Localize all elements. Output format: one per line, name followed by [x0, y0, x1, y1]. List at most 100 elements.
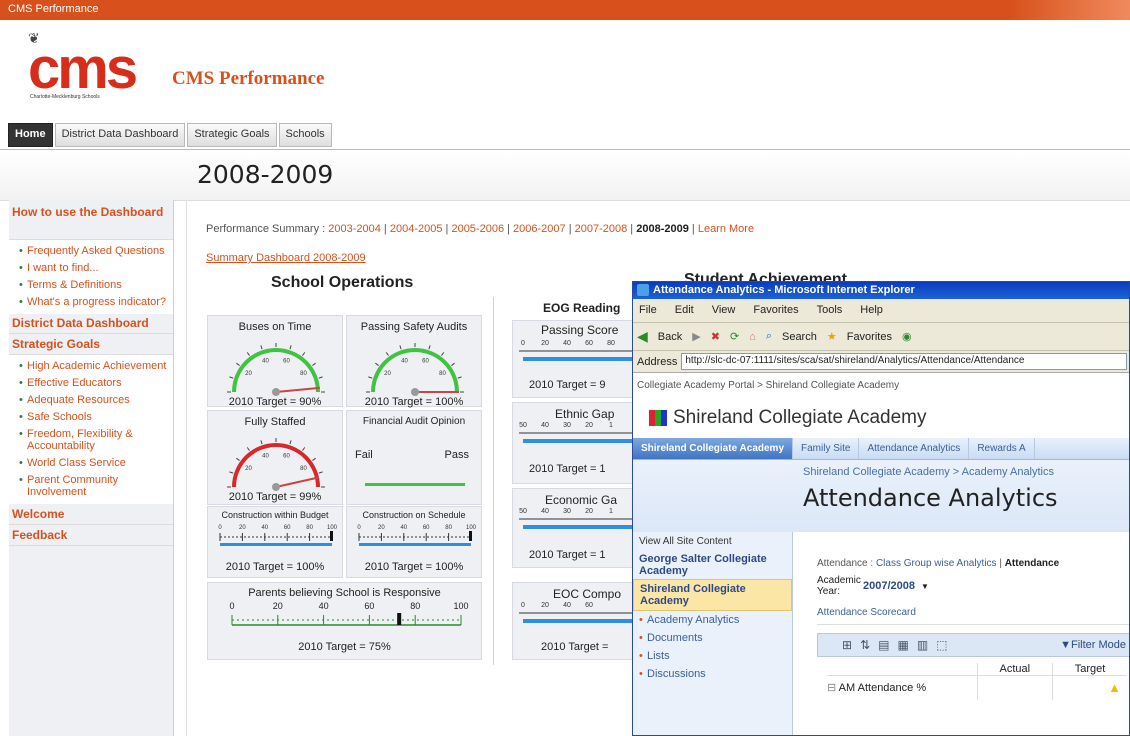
home-icon[interactable]: ⌂	[749, 331, 756, 343]
quick-discussions[interactable]: Discussions	[633, 665, 792, 683]
cms-logo[interactable]: ❦ cms Charlotte-Mecklenburg Schools	[28, 30, 153, 108]
gauge-tick-label: 40	[262, 359, 269, 365]
address-field[interactable]: http://slc-dc-07:1111/sites/sca/sat/shir…	[681, 353, 1127, 370]
tab-district-data-dashboard[interactable]: District Data Dashboard	[54, 123, 186, 147]
tab-home[interactable]: Home	[8, 123, 53, 147]
quick-shireland[interactable]: Shireland Collegiate Academy	[633, 579, 792, 611]
table-row[interactable]: ⊟ AM Attendance % ▲	[827, 675, 1127, 700]
gauge-tick	[229, 471, 234, 474]
academic-year-value[interactable]: 2007/2008	[863, 580, 915, 592]
grid-icon[interactable]: ▦	[897, 638, 908, 652]
sp-tab-shireland[interactable]: Shireland Collegiate Academy	[633, 438, 794, 459]
filter-mode-button[interactable]: ▼Filter Mode	[1060, 639, 1126, 651]
nav-welcome[interactable]: Welcome	[9, 504, 173, 525]
gauge-tick-label: 60	[283, 359, 290, 365]
quick-documents[interactable]: Documents	[633, 629, 792, 647]
scale-tick-label: 20	[239, 525, 246, 531]
tab-strategic-goals[interactable]: Strategic Goals	[187, 123, 277, 147]
export-icon[interactable]: ⬚	[936, 638, 947, 652]
parents-tick-label: 40	[319, 601, 329, 611]
refresh-icon[interactable]: ⟳	[730, 330, 739, 343]
gauge-tick	[312, 362, 316, 366]
year-link-2005[interactable]: 2005-2006	[451, 223, 504, 235]
year-current: 2008-2009	[636, 223, 689, 235]
year-link-2004[interactable]: 2004-2005	[390, 223, 443, 235]
back-arrow-icon[interactable]: ◀	[637, 328, 648, 345]
parents-marker	[397, 613, 402, 625]
sp-tab-family[interactable]: Family Site	[793, 438, 860, 459]
partial-tick-label: 60	[585, 602, 593, 609]
gauge-tick	[318, 471, 323, 474]
eog-reading-panel: EOG Reading Passing Score 0 20 40 60 80 2010…	[512, 301, 638, 398]
menu-tools[interactable]: Tools	[817, 304, 843, 317]
nav-i-want-to-find[interactable]: I want to find...	[15, 260, 173, 277]
back-button[interactable]: Back	[658, 331, 682, 343]
gauge-tick	[312, 457, 316, 461]
quick-lists[interactable]: Lists	[633, 647, 792, 665]
nav-how-to[interactable]: How to use the Dashboard	[9, 200, 173, 240]
sp-tab-rewards[interactable]: Rewards A	[969, 438, 1035, 459]
media-icon[interactable]: ◉	[902, 330, 912, 343]
nav-world-class[interactable]: World Class Service	[15, 455, 173, 472]
scale-tick-label: 40	[400, 525, 407, 531]
menu-edit[interactable]: Edit	[675, 304, 694, 317]
year-link-2007[interactable]: 2007-2008	[575, 223, 628, 235]
stop-icon[interactable]: ✖	[711, 330, 720, 343]
nav-high-academic[interactable]: High Academic Achievement	[15, 358, 173, 375]
scale-tick-label: 20	[378, 525, 385, 531]
nav-parent-community[interactable]: Parent Community Involvement	[15, 472, 173, 501]
menu-file[interactable]: File	[639, 304, 657, 317]
sp-breadcrumb[interactable]: Collegiate Academy Portal > Shireland Co…	[637, 380, 899, 391]
partial-tick-label: 20	[541, 602, 549, 609]
year-link-2006[interactable]: 2006-2007	[513, 223, 566, 235]
partial-tick-label: 30	[563, 508, 571, 515]
favorites-button[interactable]: Favorites	[847, 331, 892, 343]
nav-feedback[interactable]: Feedback	[9, 525, 173, 546]
sp-tab-attendance[interactable]: Attendance Analytics	[859, 438, 970, 459]
gauge-tick-label: 20	[384, 371, 391, 377]
columns-icon[interactable]: ▤	[878, 638, 889, 652]
nav-freedom[interactable]: Freedom, Flexibility & Accountability	[15, 426, 173, 455]
eog-reading-title: EOG Reading	[543, 301, 621, 315]
year-link-2003[interactable]: 2003-2004	[328, 223, 381, 235]
view-all-link[interactable]: View All Site Content	[633, 532, 792, 551]
quick-academy-analytics[interactable]: Academy Analytics	[633, 611, 792, 629]
learn-more-link[interactable]: Learn More	[698, 223, 754, 235]
nav-terms[interactable]: Terms & Definitions	[15, 277, 173, 294]
dropdown-arrow-icon[interactable]: ▼	[921, 582, 929, 591]
nav-faq[interactable]: Frequently Asked Questions	[15, 243, 173, 260]
menu-view[interactable]: View	[712, 304, 736, 317]
nav-effective-educators[interactable]: Effective Educators	[15, 375, 173, 392]
nav-progress-indicator[interactable]: What's a progress indicator?	[15, 294, 173, 311]
nav-safe-schools[interactable]: Safe Schools	[15, 409, 173, 426]
gauge-tick	[385, 352, 389, 356]
partial-tick-label: 80	[607, 340, 615, 347]
menu-favorites[interactable]: Favorites	[753, 304, 798, 317]
gauge-tick	[375, 362, 379, 366]
summary-dashboard-link[interactable]: Summary Dashboard 2008-2009	[206, 252, 366, 264]
search-icon[interactable]: ⌕	[766, 330, 772, 343]
audit-indicator	[365, 483, 465, 486]
search-button[interactable]: Search	[782, 331, 817, 343]
gauge-tick	[451, 362, 455, 366]
expand-row-icon[interactable]: ⊟	[827, 682, 836, 694]
gauge-panel-buses: Buses on Time 20 40 60 80 2010 Target = 90%	[207, 315, 343, 408]
gauge-target: 2010 Target = 100%	[364, 396, 464, 408]
site-title: CMS Performance	[172, 68, 325, 89]
class-group-link[interactable]: Class Group wise Analytics	[876, 558, 997, 569]
favorites-star-icon[interactable]: ★	[827, 330, 837, 343]
nav-adequate-resources[interactable]: Adequate Resources	[15, 392, 173, 409]
tab-schools[interactable]: Schools	[278, 123, 332, 147]
parents-tick-label: 60	[364, 601, 374, 611]
menu-help[interactable]: Help	[860, 304, 883, 317]
quick-george[interactable]: George Salter Collegiate Academy	[633, 551, 792, 579]
sort-icon[interactable]: ⇅	[860, 638, 870, 652]
partial-tick-label: 0	[521, 340, 525, 347]
expand-icon[interactable]: ⊞	[842, 638, 852, 652]
ie-title: Attendance Analytics - Microsoft Interne…	[653, 284, 915, 296]
forward-arrow-icon[interactable]: ▶	[692, 330, 700, 343]
nav-strategic-goals[interactable]: Strategic Goals	[9, 334, 173, 355]
nav-district-dashboard[interactable]: District Data Dashboard	[9, 314, 173, 334]
chart-icon[interactable]: ▥	[917, 638, 928, 652]
sp-breadcrumb-2[interactable]: Shireland Collegiate Academy > Academy A…	[803, 466, 1054, 478]
